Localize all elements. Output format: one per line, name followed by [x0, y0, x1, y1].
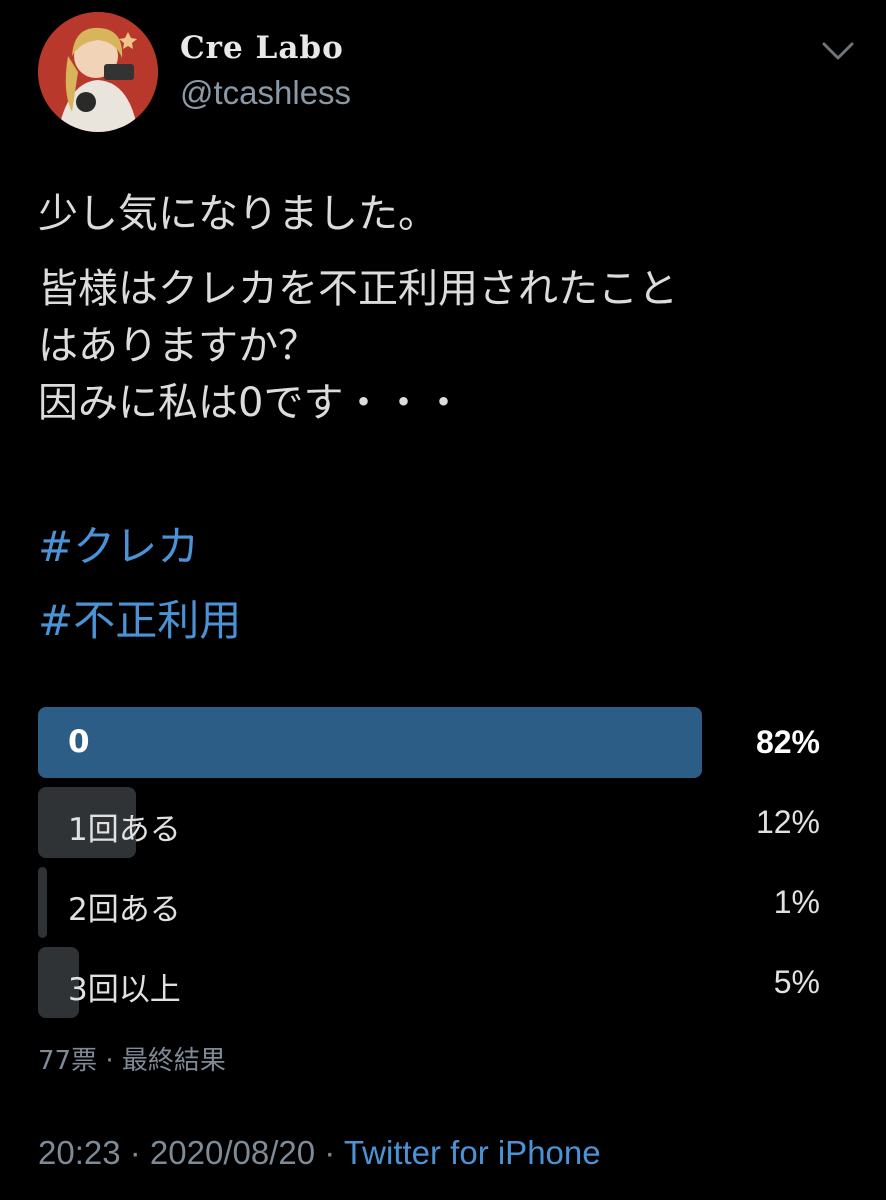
poll-option-percent: 1% — [773, 884, 820, 920]
poll-option: 2回ある 1% — [38, 867, 820, 938]
poll-option-label: 0 — [68, 724, 90, 760]
tweet-line: 皆様はクレカを不正利用されたこと — [38, 266, 678, 312]
tweet-source-link[interactable]: Twitter for iPhone — [344, 1134, 601, 1171]
tweet-header: Cre Labo @tcashless — [38, 12, 858, 132]
poll-option: 1回ある 12% — [38, 787, 820, 858]
poll-option-label: 3回以上 — [68, 972, 181, 1008]
display-name[interactable]: Cre Labo — [180, 30, 344, 66]
poll-option-percent: 82% — [755, 724, 820, 760]
tweet-line: 少し気になりました。 — [38, 191, 438, 237]
poll-option: 0 82% — [38, 707, 820, 778]
chevron-down-icon[interactable] — [818, 36, 858, 66]
user-handle[interactable]: @tcashless — [180, 74, 351, 112]
poll-option-label: 2回ある — [68, 892, 181, 928]
poll-option: 3回以上 5% — [38, 947, 820, 1018]
hashtag-list: #クレカ #不正利用 — [38, 510, 241, 658]
tweet-text: 少し気になりました。 皆様はクレカを不正利用されたこと はありますか？ 因みに私… — [38, 186, 858, 432]
hashtag-link[interactable]: #不正利用 — [38, 584, 241, 658]
poll-option-percent: 5% — [773, 964, 820, 1000]
tweet-time[interactable]: 20:23 — [38, 1134, 121, 1171]
tweet-meta: 20:23 · 2020/08/20 · Twitter for iPhone — [38, 1134, 601, 1172]
tweet-line: はありますか？ — [38, 323, 318, 369]
poll: 0 82% 1回ある 12% 2回ある 1% 3回以上 5% — [38, 707, 820, 1027]
poll-bar — [38, 867, 47, 938]
avatar[interactable] — [38, 12, 158, 132]
meta-separator: · — [315, 1134, 344, 1171]
poll-bar — [38, 707, 702, 778]
meta-separator: · — [120, 1134, 150, 1171]
tweet-date[interactable]: 2020/08/20 — [150, 1134, 315, 1171]
tweet-line: 因みに私は0です・・・ — [38, 380, 464, 426]
poll-option-percent: 12% — [755, 804, 820, 840]
poll-summary: 77票 · 最終結果 — [38, 1046, 226, 1076]
avatar-image — [38, 12, 158, 132]
poll-option-label: 1回ある — [68, 812, 181, 848]
hashtag-link[interactable]: #クレカ — [38, 510, 241, 584]
